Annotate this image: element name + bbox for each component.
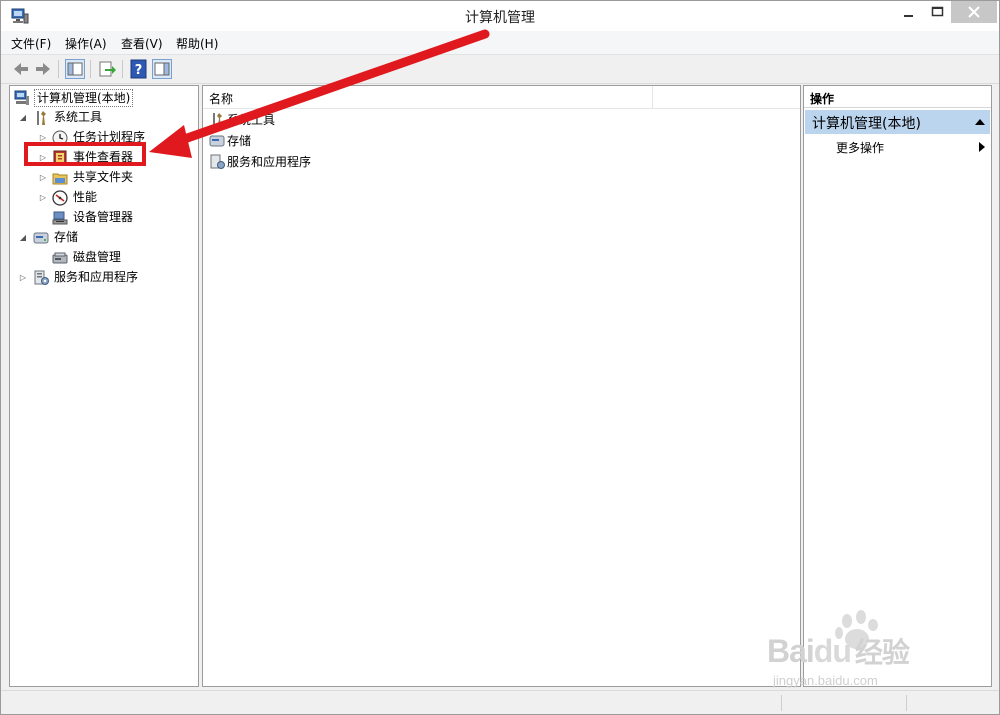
tree-item-system-tools[interactable]: ◢ 系统工具 — [12, 108, 192, 127]
list-item-label: 服务和应用程序 — [227, 155, 312, 169]
export-list-icon[interactable] — [97, 59, 117, 79]
close-icon — [968, 6, 980, 18]
tree-label-device-manager: 设备管理器 — [73, 210, 134, 224]
system-tools-icon — [37, 111, 46, 125]
actions-section-computer-management[interactable]: 计算机管理(本地) — [805, 110, 990, 134]
column-header-name[interactable]: 名称 — [209, 90, 233, 107]
status-segment — [906, 695, 907, 711]
menu-bar: 文件(F) 操作(A) 查看(V) 帮助(H) — [1, 31, 999, 55]
watermark-url: jingyan.baidu.com — [773, 673, 878, 688]
watermark-suffix: 经验 — [854, 637, 910, 668]
console-tree-pane[interactable]: 计算机管理(本地) ◢ 系统工具 ▷ 任务计划程序 ▷ 事件查看器 ▷ 共享文件… — [9, 85, 199, 687]
device-manager-icon — [52, 211, 68, 225]
tree-label-system-tools: 系统工具 — [54, 110, 103, 124]
system-tools-icon — [213, 113, 222, 127]
menu-help[interactable]: 帮助(H) — [176, 35, 218, 52]
tree-label-services-apps: 服务和应用程序 — [54, 270, 139, 284]
window-title: 计算机管理 — [465, 10, 535, 26]
watermark-brand-du: du — [813, 633, 852, 669]
minimize-button[interactable] — [891, 1, 925, 23]
services-apps-icon — [34, 270, 49, 285]
show-hide-console-tree-icon[interactable] — [65, 59, 85, 79]
actions-header: 操作 — [804, 86, 991, 108]
menu-file[interactable]: 文件(F) — [11, 35, 51, 52]
status-segment — [781, 695, 782, 711]
result-pane[interactable]: 名称 系统工具 存储 服务和应用程序 — [202, 85, 801, 687]
tree-item-root[interactable]: 计算机管理(本地) — [12, 88, 192, 107]
actions-header-label: 操作 — [810, 92, 835, 106]
toolbar-separator — [122, 60, 123, 78]
menu-action[interactable]: 操作(A) — [65, 35, 107, 52]
baidu-jingyan-watermark: Baidu 经验 jingyan.baidu.com — [765, 607, 965, 697]
maximize-button[interactable] — [925, 1, 951, 23]
collapse-triangle-icon[interactable]: ◢ — [18, 228, 28, 247]
back-arrow-icon[interactable] — [11, 59, 31, 79]
collapse-triangle-icon[interactable]: ◢ — [18, 108, 28, 127]
expand-triangle-icon[interactable]: ▷ — [38, 188, 48, 207]
menu-view[interactable]: 查看(V) — [121, 35, 163, 52]
annotation-highlight-box — [24, 142, 146, 166]
forward-arrow-icon[interactable] — [33, 59, 53, 79]
tree-item-device-manager[interactable]: 设备管理器 — [12, 208, 192, 227]
submenu-arrow-icon[interactable] — [979, 142, 985, 152]
computer-management-window: 计算机管理 文件(F) 操作(A) 查看(V) 帮助(H) ? 计算机管理(本地… — [0, 0, 1000, 715]
close-button[interactable] — [951, 1, 997, 23]
svg-text:?: ? — [135, 63, 143, 78]
tree-label-disk-management: 磁盘管理 — [73, 250, 122, 264]
tree-label-shared-folders: 共享文件夹 — [73, 170, 134, 184]
tree-label-performance: 性能 — [73, 190, 98, 204]
column-header[interactable]: 名称 — [203, 86, 800, 109]
tree-item-services-apps[interactable]: ▷ 服务和应用程序 — [12, 268, 192, 287]
shared-folder-icon — [52, 173, 68, 185]
expand-triangle-icon[interactable]: ▷ — [38, 168, 48, 187]
disk-management-icon — [52, 252, 68, 264]
computer-management-icon — [14, 90, 29, 105]
storage-icon — [209, 135, 225, 147]
tree-item-storage[interactable]: ◢ 存储 — [12, 228, 192, 247]
tree-label-storage: 存储 — [54, 230, 79, 244]
storage-icon — [33, 232, 49, 244]
title-bar[interactable]: 计算机管理 — [1, 1, 999, 31]
tree-label-root: 计算机管理(本地) — [34, 89, 134, 107]
maximize-icon — [931, 6, 944, 17]
toolbar-separator — [90, 60, 91, 78]
toolbar: ? — [1, 55, 999, 84]
toolbar-separator — [58, 60, 59, 78]
collapse-up-arrow-icon[interactable] — [975, 118, 985, 126]
watermark-brand: Bai — [767, 633, 815, 669]
actions-pane[interactable]: 操作 计算机管理(本地) 更多操作 — [803, 85, 992, 687]
tree-item-disk-management[interactable]: 磁盘管理 — [12, 248, 192, 267]
services-apps-icon — [210, 154, 225, 169]
more-actions-item[interactable]: 更多操作 — [836, 139, 884, 156]
column-divider[interactable] — [652, 86, 653, 108]
tree-item-performance[interactable]: ▷ 性能 — [12, 188, 192, 207]
expand-triangle-icon[interactable]: ▷ — [18, 268, 28, 287]
list-item-label: 存储 — [227, 134, 252, 148]
show-hide-action-pane-icon[interactable] — [152, 59, 172, 79]
list-item-label: 系统工具 — [227, 113, 276, 127]
actions-section-label: 计算机管理(本地) — [812, 116, 921, 132]
help-icon[interactable]: ? — [129, 59, 149, 79]
tree-item-shared-folders[interactable]: ▷ 共享文件夹 — [12, 168, 192, 187]
performance-icon — [52, 190, 68, 206]
minimize-icon — [904, 15, 913, 17]
